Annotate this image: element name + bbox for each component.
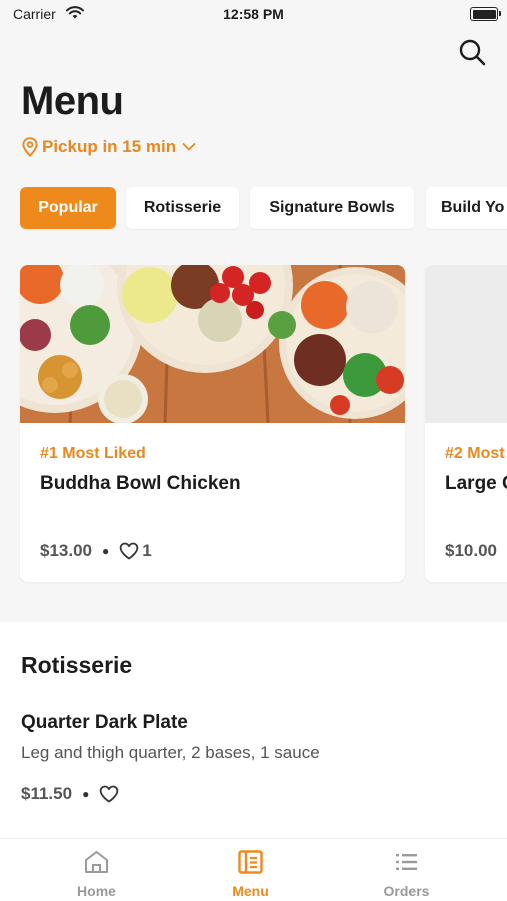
list-icon	[396, 854, 417, 870]
like-count: 1	[142, 541, 152, 560]
featured-card[interactable]: #2 Most Large C $10.00	[425, 265, 507, 582]
section-title: Rotisserie	[21, 652, 133, 678]
search-icon[interactable]	[456, 36, 488, 68]
category-tabs: Popular Rotisserie Signature Bowls Build…	[0, 187, 507, 231]
buddha-bowl-image	[20, 265, 405, 423]
card-meta: $13.00 ● 1	[40, 541, 152, 561]
card-title: Buddha Bowl Chicken	[40, 473, 241, 494]
card-tag: #2 Most	[445, 445, 505, 462]
tab-menu[interactable]: Menu	[166, 839, 335, 901]
chip-build-your-own[interactable]: Build Yo	[426, 187, 507, 229]
pickup-label: Pickup in 15 min	[42, 137, 177, 156]
home-icon	[85, 851, 108, 873]
status-bar: Carrier 12:58 PM	[0, 0, 507, 30]
product-image	[425, 265, 507, 423]
card-tag: #1 Most Liked	[40, 445, 146, 462]
card-price: $13.00	[40, 541, 92, 560]
rotisserie-section: Rotisserie Quarter Dark Plate Leg and th…	[0, 622, 507, 838]
tab-label: Menu	[232, 883, 269, 899]
separator-dot: ●	[102, 544, 110, 558]
card-price: $10.00	[445, 541, 497, 560]
pickup-time-selector[interactable]: Pickup in 15 min	[22, 135, 200, 159]
chip-rotisserie[interactable]: Rotisserie	[126, 187, 239, 229]
tab-bar: Home Menu Orders	[0, 838, 507, 901]
menu-item-price: $11.50	[21, 784, 73, 803]
menu-item-meta: $11.50 ●	[21, 784, 119, 804]
tab-label: Orders	[383, 883, 430, 899]
clock: 12:58 PM	[223, 6, 284, 22]
menu-book-icon	[238, 850, 263, 874]
menu-item-description: Leg and thigh quarter, 2 bases, 1 sauce	[21, 743, 320, 762]
featured-carousel: #1 Most Liked Buddha Bowl Chicken $13.00…	[0, 265, 507, 585]
location-pin-icon	[22, 137, 38, 157]
chip-popular[interactable]: Popular	[20, 187, 116, 229]
chevron-down-icon	[182, 143, 196, 151]
card-title: Large C	[445, 473, 507, 494]
separator-dot: ●	[82, 787, 90, 801]
heart-icon[interactable]	[119, 542, 139, 560]
card-meta: $10.00	[445, 541, 497, 561]
page-title: Menu	[21, 79, 124, 123]
chip-signature-bowls[interactable]: Signature Bowls	[250, 187, 414, 229]
featured-card[interactable]: #1 Most Liked Buddha Bowl Chicken $13.00…	[20, 265, 405, 582]
tab-label: Home	[77, 883, 116, 899]
tab-orders[interactable]: Orders	[322, 839, 491, 901]
tab-home[interactable]: Home	[12, 839, 181, 901]
menu-item-name[interactable]: Quarter Dark Plate	[21, 712, 188, 734]
heart-icon[interactable]	[99, 785, 119, 803]
battery-icon	[470, 7, 501, 21]
